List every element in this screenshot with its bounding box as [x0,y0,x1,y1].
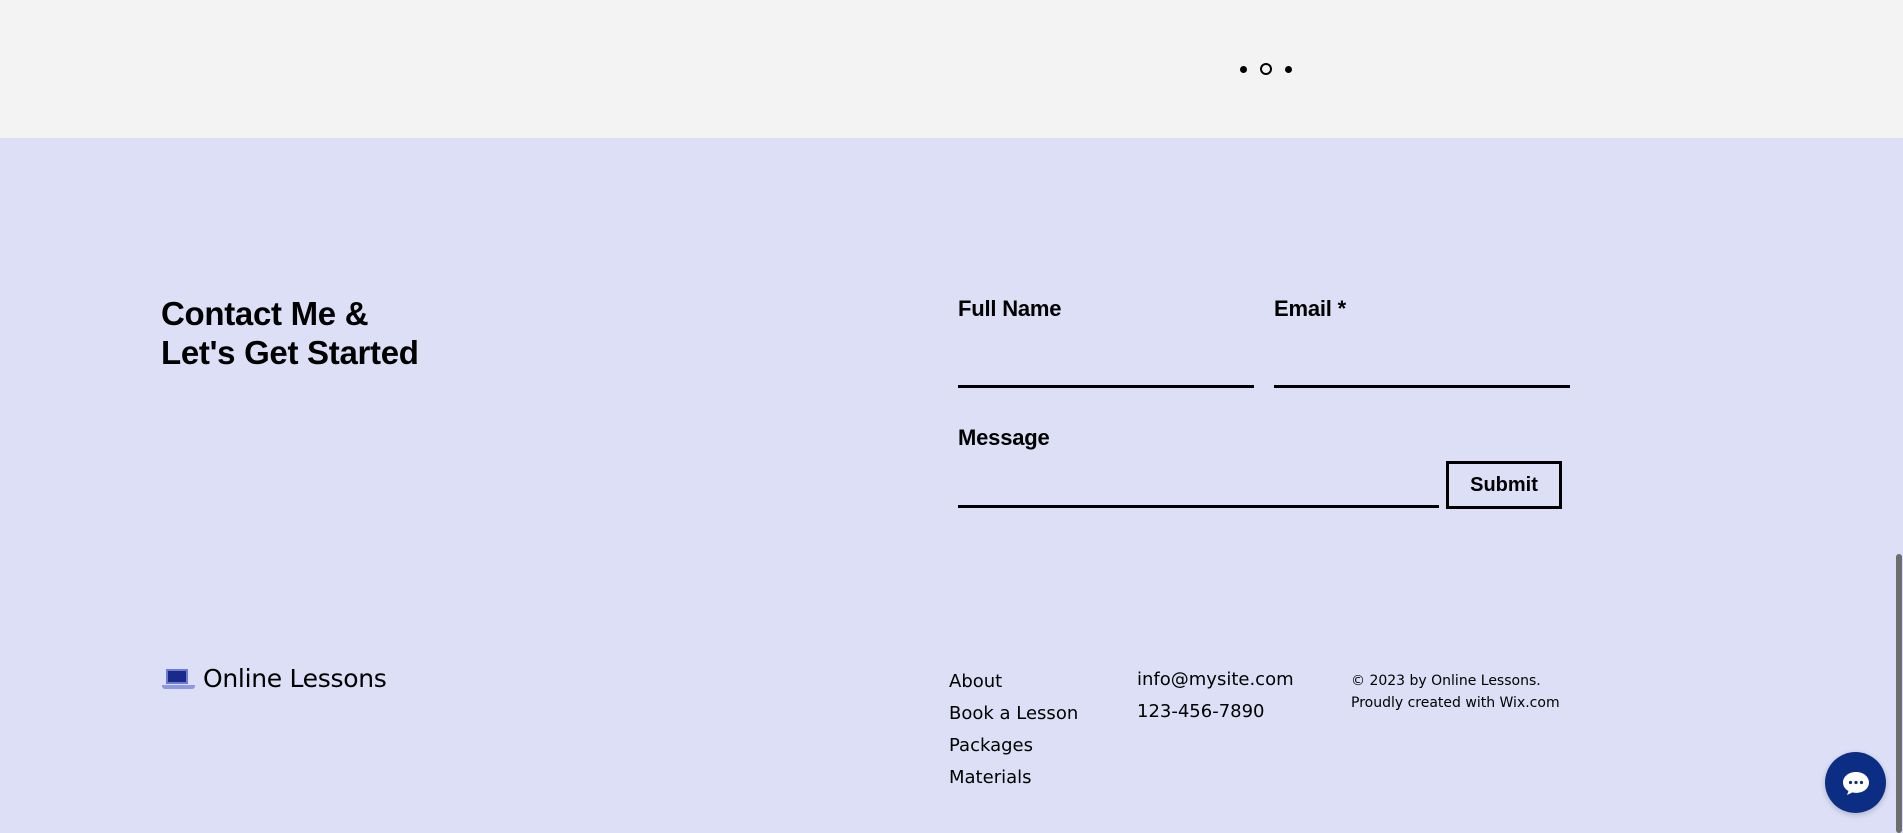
slideshow-pagination [1240,63,1292,75]
footer-email[interactable]: info@mysite.com [1137,664,1294,696]
contact-heading-line-1: Contact Me & [161,295,369,332]
email-label: Email * [1274,296,1346,321]
footer-link-packages[interactable]: Packages [949,730,1078,762]
footer-link-about[interactable]: About [949,666,1078,698]
slideshow-dot-3[interactable] [1285,65,1292,73]
page: Contact Me & Let's Get Started Full Name… [0,0,1903,833]
copyright: © 2023 by Online Lessons. Proudly create… [1351,670,1560,714]
footer-brand[interactable]: Online Lessons [162,664,387,693]
full-name-label: Full Name [958,296,1062,321]
message-label: Message [958,425,1050,450]
chat-button[interactable] [1825,752,1886,813]
contact-heading-line-2: Let's Get Started [161,334,419,371]
footer-link-book-a-lesson[interactable]: Book a Lesson [949,698,1078,730]
footer-phone: 123-456-7890 [1137,701,1265,722]
email-input[interactable] [1274,345,1570,388]
laptop-icon [162,667,195,691]
submit-button[interactable]: Submit [1446,461,1562,509]
slideshow-dot-1[interactable] [1240,65,1247,73]
scrollbar-thumb[interactable] [1896,554,1902,833]
copyright-line-2: Proudly created with Wix.com [1351,695,1560,711]
full-name-input[interactable] [958,345,1254,388]
brand-name: Online Lessons [203,664,387,693]
slideshow-section [0,0,1903,138]
footer-link-materials[interactable]: Materials [949,762,1078,794]
copyright-line-1: © 2023 by Online Lessons. [1351,673,1541,689]
footer-nav: About Book a Lesson Packages Materials [949,666,1078,794]
message-input[interactable] [958,465,1439,508]
slideshow-dot-2-active[interactable] [1260,63,1272,75]
footer-contact: info@mysite.com 123-456-7890 [1137,664,1294,728]
contact-heading: Contact Me & Let's Get Started [161,294,419,372]
chat-bubble-icon [1842,771,1869,795]
